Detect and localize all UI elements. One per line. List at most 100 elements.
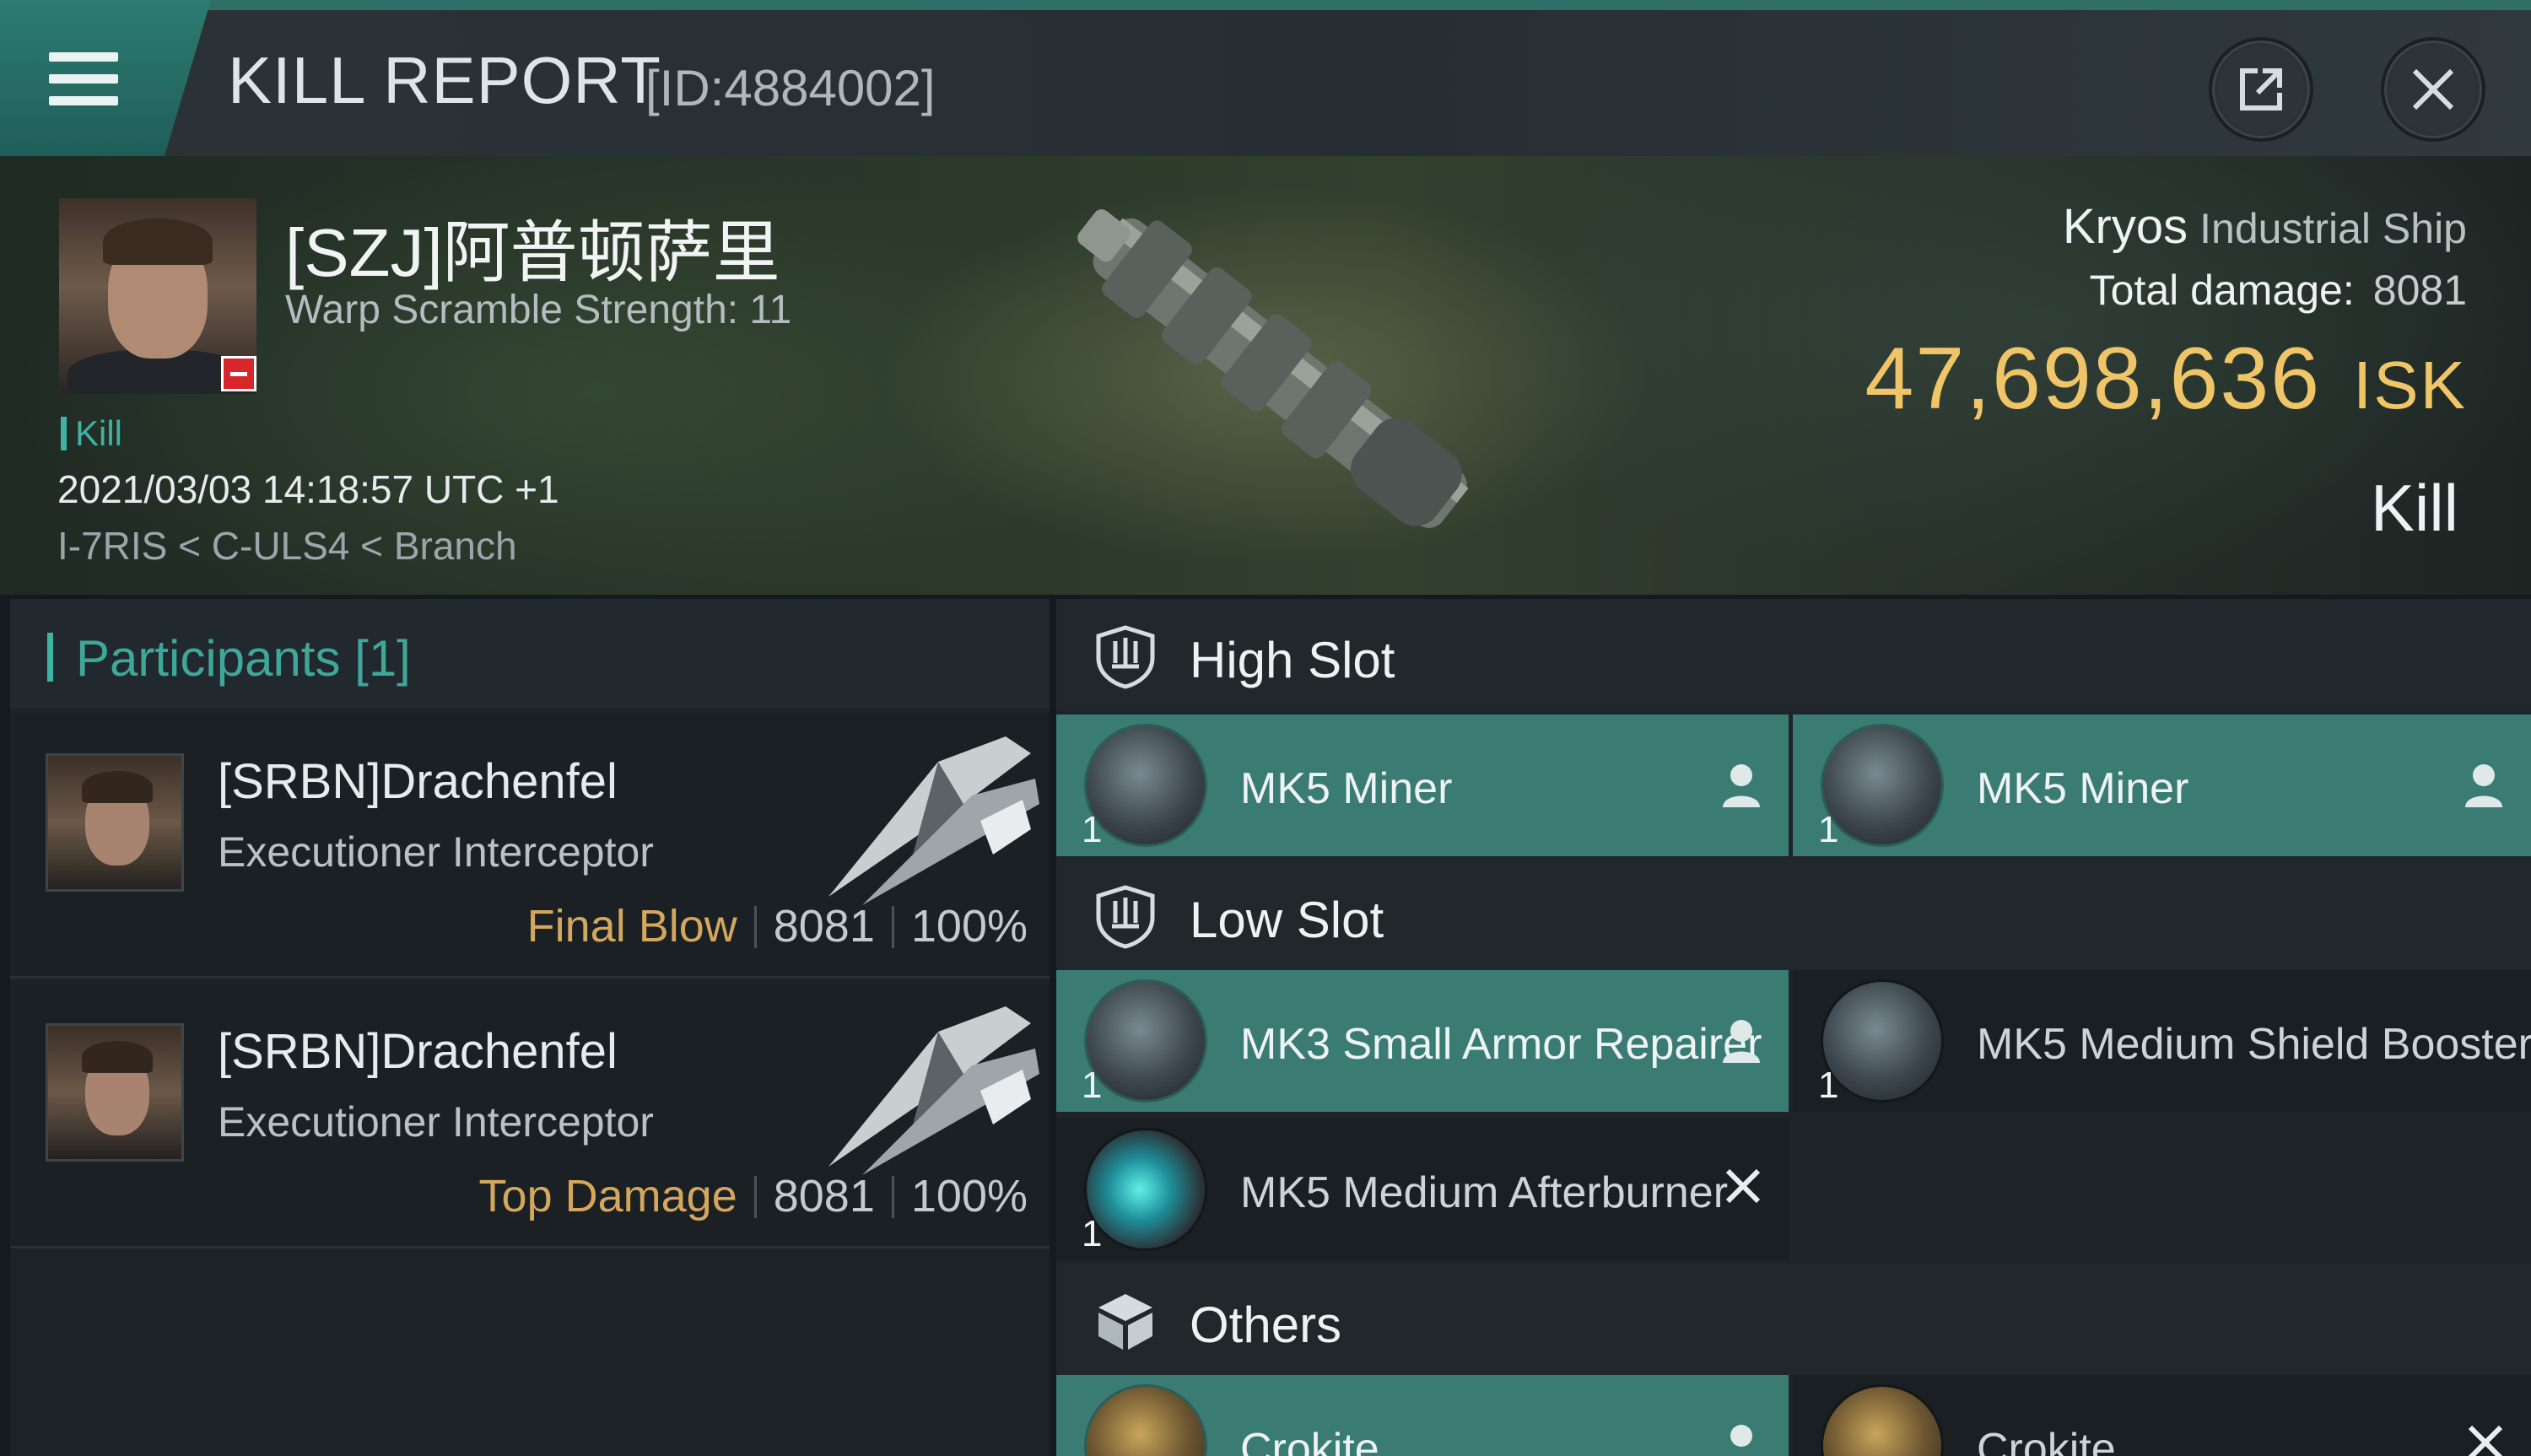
participants-accent: [47, 633, 53, 682]
close-icon: [2412, 68, 2454, 111]
high-slot-title: High Slot: [1190, 632, 1395, 688]
damage-value: 8081: [773, 1171, 875, 1221]
page-title: KILL REPORT: [228, 43, 661, 117]
item-name: Crokite: [1240, 1425, 1379, 1456]
person-icon: [2465, 764, 2502, 807]
stats-separator: [753, 1176, 757, 1218]
item-quantity: 1: [1818, 809, 1839, 850]
interceptor-ship-image: [828, 1006, 1039, 1175]
ship-name-text: Kryos: [2062, 199, 2188, 254]
menu-icon-bar: [49, 96, 118, 105]
ore-icon: [1087, 1387, 1205, 1456]
fitting-item[interactable]: Crokite: [1793, 1375, 2531, 1456]
role-label: Top Damage: [478, 1171, 737, 1221]
shield-slot-icon: [1096, 625, 1155, 689]
close-button[interactable]: [2381, 37, 2485, 142]
item-quantity: 1: [1082, 1065, 1103, 1106]
avatar[interactable]: [46, 1023, 184, 1162]
menu-icon-bar: [49, 74, 118, 84]
cube-icon: [1098, 1294, 1152, 1350]
fitting-item[interactable]: 1 MK3 Small Armor Repairer: [1056, 970, 1789, 1112]
participant-stats: Top Damage 8081 100%: [479, 1170, 1028, 1222]
isk-amount: 47,698,636: [1865, 330, 2322, 428]
person-icon: [1730, 1425, 1752, 1447]
damage-value: 8081: [773, 901, 875, 952]
participant-name[interactable]: [SRBN]Drachenfel: [218, 753, 618, 810]
participant-row[interactable]: [SRBN]Drachenfel Executioner Interceptor…: [10, 713, 1050, 979]
item-quantity: 1: [1082, 809, 1103, 850]
x-icon: [1725, 1168, 1761, 1204]
ore-icon: [1823, 1387, 1941, 1456]
role-label: Final Blow: [526, 901, 737, 952]
interceptor-ship-image: [828, 736, 1039, 905]
low-slot-title: Low Slot: [1190, 892, 1384, 948]
participants-panel: Participants [1] [SRBN]Drachenfel Execut…: [10, 599, 1050, 1456]
avatar-hair: [82, 771, 153, 803]
fitting-item[interactable]: 1 MK5 Medium Shield Booster: [1793, 970, 2531, 1112]
fitting-item[interactable]: 1 MK5 Miner: [1793, 715, 2531, 856]
fitting-item[interactable]: 1 MK5 Medium Afterburner: [1056, 1119, 1789, 1260]
stats-separator: [891, 906, 894, 948]
damage-percent: 100%: [910, 1171, 1028, 1221]
fitting-item[interactable]: Crokite: [1056, 1375, 1789, 1456]
isk-unit: ISK: [2353, 348, 2467, 423]
total-damage: Total damage: 8081: [2090, 266, 2467, 315]
others-title: Others: [1190, 1297, 1342, 1353]
participant-ship: Executioner Interceptor: [218, 1098, 654, 1146]
avatar[interactable]: [46, 753, 184, 892]
item-name: MK5 Medium Afterburner: [1240, 1168, 1729, 1217]
stats-separator: [753, 906, 757, 948]
armor-repairer-icon: [1087, 982, 1205, 1100]
menu-button[interactable]: [0, 0, 211, 156]
report-id: [ID:4884002]: [645, 60, 936, 116]
shield-booster-icon: [1823, 982, 1941, 1100]
x-icon: [2468, 1425, 2503, 1456]
header-bar: KILL REPORT [ID:4884002]: [0, 0, 2531, 156]
participant-ship: Executioner Interceptor: [218, 828, 654, 876]
item-name: MK3 Small Armor Repairer: [1240, 1020, 1762, 1069]
stats-separator: [891, 1176, 894, 1218]
participant-name[interactable]: [SRBN]Drachenfel: [218, 1023, 618, 1080]
miner-module-icon: [1087, 726, 1205, 844]
participant-stats: Final Blow 8081 100%: [527, 900, 1028, 952]
participants-title: Participants [1]: [76, 630, 411, 687]
total-damage-label: Total damage:: [2089, 267, 2355, 314]
portrait-hair: [103, 218, 213, 265]
damage-percent: 100%: [910, 901, 1028, 952]
victim-subtitle: Warp Scramble Strength: 11: [285, 288, 792, 332]
isk-value: 47,698,636 ISK: [1865, 329, 2467, 429]
afterburner-icon: [1087, 1130, 1205, 1248]
ship-image: [1077, 209, 1469, 528]
total-damage-value: 8081: [2372, 267, 2467, 314]
standing-badge: [221, 356, 256, 391]
kill-time: 2021/03/03 14:18:57 UTC +1: [57, 467, 559, 511]
fitting-panel: High Slot 1 MK5 Miner 1 MK5 Miner Low Sl…: [1056, 599, 2531, 1456]
victim-banner: [SZJ]阿普顿萨里 Warp Scramble Strength: 11 Ki…: [0, 156, 2531, 595]
high-slot-header: High Slot: [1056, 599, 2531, 710]
participant-row[interactable]: [SRBN]Drachenfel Executioner Interceptor…: [10, 983, 1050, 1248]
fitting-item[interactable]: 1 MK5 Miner: [1056, 715, 1789, 856]
item-name: MK5 Miner: [1240, 764, 1453, 813]
share-button[interactable]: [2209, 37, 2313, 142]
low-slot-header: Low Slot: [1056, 859, 2531, 970]
menu-icon: [49, 52, 118, 62]
item-name: MK5 Miner: [1977, 764, 2189, 813]
ship-class: Industrial Ship: [2199, 205, 2467, 252]
others-header: Others: [1056, 1264, 2531, 1375]
item-name: Crokite: [1977, 1425, 2116, 1456]
result-label: Kill: [2370, 471, 2458, 545]
person-icon: [1723, 764, 1760, 807]
avatar-hair: [82, 1041, 153, 1073]
shield-slot-icon: [1096, 885, 1155, 949]
ship-name: Kryos Industrial Ship: [2063, 198, 2467, 255]
miner-module-icon: [1823, 726, 1941, 844]
share-icon: [2240, 68, 2282, 111]
kill-tag: Kill: [61, 413, 122, 454]
person-icon: [1723, 1020, 1760, 1063]
item-name: MK5 Medium Shield Booster: [1977, 1020, 2531, 1069]
item-quantity: 1: [1082, 1213, 1103, 1254]
item-quantity: 1: [1818, 1065, 1839, 1106]
victim-name[interactable]: [SZJ]阿普顿萨里: [285, 198, 780, 296]
participants-header: Participants [1]: [10, 599, 1050, 709]
kill-location: I-7RIS < C-ULS4 < Branch: [57, 524, 517, 568]
